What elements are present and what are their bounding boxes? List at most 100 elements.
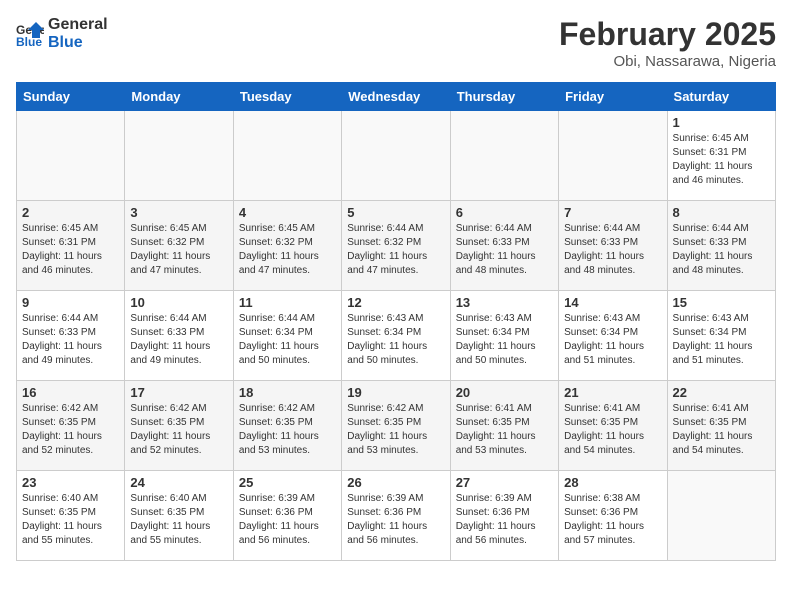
calendar-cell <box>559 111 667 201</box>
calendar-cell: 28Sunrise: 6:38 AM Sunset: 6:36 PM Dayli… <box>559 471 667 561</box>
calendar-cell: 7 Sunrise: 6:44 AM Sunset: 6:33 PM Daylig… <box>559 201 667 291</box>
logo-text-general: General <box>48 16 108 34</box>
calendar-week-2: 2Sunrise: 6:45 AM Sunset: 6:31 PM Daylig… <box>17 201 776 291</box>
day-info: Sunrise: 6:44 AM Sunset: 6:33 PM Dayligh… <box>22 312 119 368</box>
calendar-cell: 25 Sunrise: 6:39 AM Sunset: 6:36 PM Dayli… <box>233 471 341 561</box>
day-number: 3 <box>130 205 227 220</box>
calendar-cell: 4 Sunrise: 6:45 AM Sunset: 6:32 PM Daylig… <box>233 201 341 291</box>
title-area: February 2025 Obi, Nassarawa, Nigeria <box>559 16 776 70</box>
logo: General Blue General Blue <box>16 16 108 51</box>
day-info: Sunrise: 6:43 AM Sunset: 6:34 PM Dayligh… <box>456 312 553 368</box>
day-info: Sunrise: 6:44 AM Sunset: 6:34 PM Dayligh… <box>239 312 336 368</box>
day-header-tuesday: Tuesday <box>233 83 341 111</box>
calendar-week-4: 16 Sunrise: 6:42 AM Sunset: 6:35 PM Dayli… <box>17 381 776 471</box>
day-number: 27 <box>456 475 553 490</box>
calendar-cell: 5Sunrise: 6:44 AM Sunset: 6:32 PM Daylig… <box>342 201 450 291</box>
calendar-cell: 15 Sunrise: 6:43 AM Sunset: 6:34 PM Dayli… <box>667 291 775 381</box>
day-number: 14 <box>564 295 661 310</box>
day-header-saturday: Saturday <box>667 83 775 111</box>
calendar-cell: 1 Sunrise: 6:45 AM Sunset: 6:31 PM Daylig… <box>667 111 775 201</box>
calendar-cell: 19 Sunrise: 6:42 AM Sunset: 6:35 PM Dayli… <box>342 381 450 471</box>
day-info: Sunrise: 6:39 AM Sunset: 6:36 PM Dayligh… <box>456 492 553 548</box>
day-info: Sunrise: 6:42 AM Sunset: 6:35 PM Dayligh… <box>239 402 336 458</box>
day-info: Sunrise: 6:41 AM Sunset: 6:35 PM Dayligh… <box>456 402 553 458</box>
day-info: Sunrise: 6:44 AM Sunset: 6:33 PM Dayligh… <box>673 222 770 278</box>
day-info: Sunrise: 6:40 AM Sunset: 6:35 PM Dayligh… <box>22 492 119 548</box>
day-number: 19 <box>347 385 444 400</box>
day-number: 9 <box>22 295 119 310</box>
day-number: 4 <box>239 205 336 220</box>
day-info: Sunrise: 6:45 AM Sunset: 6:31 PM Dayligh… <box>673 132 770 188</box>
day-info: Sunrise: 6:39 AM Sunset: 6:36 PM Dayligh… <box>347 492 444 548</box>
calendar-cell <box>125 111 233 201</box>
calendar-cell: 17 Sunrise: 6:42 AM Sunset: 6:35 PM Dayli… <box>125 381 233 471</box>
calendar-week-5: 23 Sunrise: 6:40 AM Sunset: 6:35 PM Dayli… <box>17 471 776 561</box>
day-info: Sunrise: 6:41 AM Sunset: 6:35 PM Dayligh… <box>673 402 770 458</box>
day-header-wednesday: Wednesday <box>342 83 450 111</box>
day-number: 25 <box>239 475 336 490</box>
day-number: 16 <box>22 385 119 400</box>
calendar-cell: 11 Sunrise: 6:44 AM Sunset: 6:34 PM Dayli… <box>233 291 341 381</box>
day-header-sunday: Sunday <box>17 83 125 111</box>
day-info: Sunrise: 6:43 AM Sunset: 6:34 PM Dayligh… <box>347 312 444 368</box>
calendar-cell: 27 Sunrise: 6:39 AM Sunset: 6:36 PM Dayli… <box>450 471 558 561</box>
calendar-table: SundayMondayTuesdayWednesdayThursdayFrid… <box>16 82 776 561</box>
calendar-cell: 9 Sunrise: 6:44 AM Sunset: 6:33 PM Daylig… <box>17 291 125 381</box>
calendar-cell: 24 Sunrise: 6:40 AM Sunset: 6:35 PM Dayli… <box>125 471 233 561</box>
day-header-friday: Friday <box>559 83 667 111</box>
day-info: Sunrise: 6:42 AM Sunset: 6:35 PM Dayligh… <box>130 402 227 458</box>
day-number: 22 <box>673 385 770 400</box>
calendar-cell: 21 Sunrise: 6:41 AM Sunset: 6:35 PM Dayli… <box>559 381 667 471</box>
day-number: 18 <box>239 385 336 400</box>
day-number: 20 <box>456 385 553 400</box>
day-info: Sunrise: 6:38 AM Sunset: 6:36 PM Dayligh… <box>564 492 661 548</box>
day-number: 10 <box>130 295 227 310</box>
calendar-cell: 14Sunrise: 6:43 AM Sunset: 6:34 PM Dayli… <box>559 291 667 381</box>
calendar-cell: 16 Sunrise: 6:42 AM Sunset: 6:35 PM Dayli… <box>17 381 125 471</box>
day-info: Sunrise: 6:45 AM Sunset: 6:32 PM Dayligh… <box>239 222 336 278</box>
calendar-cell: 20 Sunrise: 6:41 AM Sunset: 6:35 PM Dayli… <box>450 381 558 471</box>
day-info: Sunrise: 6:43 AM Sunset: 6:34 PM Dayligh… <box>673 312 770 368</box>
day-info: Sunrise: 6:40 AM Sunset: 6:35 PM Dayligh… <box>130 492 227 548</box>
day-number: 11 <box>239 295 336 310</box>
header-row: SundayMondayTuesdayWednesdayThursdayFrid… <box>17 83 776 111</box>
day-info: Sunrise: 6:44 AM Sunset: 6:33 PM Dayligh… <box>456 222 553 278</box>
logo-icon: General Blue <box>16 20 44 48</box>
logo-text-blue: Blue <box>48 34 108 52</box>
calendar-cell: 6 Sunrise: 6:44 AM Sunset: 6:33 PM Daylig… <box>450 201 558 291</box>
calendar-cell <box>342 111 450 201</box>
day-number: 2 <box>22 205 119 220</box>
calendar-cell: 10Sunrise: 6:44 AM Sunset: 6:33 PM Dayli… <box>125 291 233 381</box>
day-number: 6 <box>456 205 553 220</box>
day-number: 13 <box>456 295 553 310</box>
day-info: Sunrise: 6:41 AM Sunset: 6:35 PM Dayligh… <box>564 402 661 458</box>
calendar-cell: 22 Sunrise: 6:41 AM Sunset: 6:35 PM Dayli… <box>667 381 775 471</box>
day-info: Sunrise: 6:39 AM Sunset: 6:36 PM Dayligh… <box>239 492 336 548</box>
calendar-cell: 12Sunrise: 6:43 AM Sunset: 6:34 PM Dayli… <box>342 291 450 381</box>
day-header-monday: Monday <box>125 83 233 111</box>
day-number: 24 <box>130 475 227 490</box>
day-number: 23 <box>22 475 119 490</box>
day-number: 17 <box>130 385 227 400</box>
calendar-subtitle: Obi, Nassarawa, Nigeria <box>559 53 776 70</box>
calendar-cell: 3 Sunrise: 6:45 AM Sunset: 6:32 PM Daylig… <box>125 201 233 291</box>
day-number: 7 <box>564 205 661 220</box>
day-number: 26 <box>347 475 444 490</box>
calendar-cell: 23 Sunrise: 6:40 AM Sunset: 6:35 PM Dayli… <box>17 471 125 561</box>
calendar-cell <box>233 111 341 201</box>
day-info: Sunrise: 6:45 AM Sunset: 6:32 PM Dayligh… <box>130 222 227 278</box>
header: General Blue General Blue February 2025 … <box>16 16 776 70</box>
calendar-week-1: 1 Sunrise: 6:45 AM Sunset: 6:31 PM Daylig… <box>17 111 776 201</box>
calendar-cell: 2Sunrise: 6:45 AM Sunset: 6:31 PM Daylig… <box>17 201 125 291</box>
day-info: Sunrise: 6:42 AM Sunset: 6:35 PM Dayligh… <box>22 402 119 458</box>
calendar-cell <box>450 111 558 201</box>
day-number: 5 <box>347 205 444 220</box>
calendar-title: February 2025 <box>559 16 776 53</box>
day-info: Sunrise: 6:42 AM Sunset: 6:35 PM Dayligh… <box>347 402 444 458</box>
day-number: 1 <box>673 115 770 130</box>
calendar-cell <box>17 111 125 201</box>
day-number: 21 <box>564 385 661 400</box>
calendar-cell: 13 Sunrise: 6:43 AM Sunset: 6:34 PM Dayli… <box>450 291 558 381</box>
day-number: 15 <box>673 295 770 310</box>
day-info: Sunrise: 6:44 AM Sunset: 6:33 PM Dayligh… <box>564 222 661 278</box>
